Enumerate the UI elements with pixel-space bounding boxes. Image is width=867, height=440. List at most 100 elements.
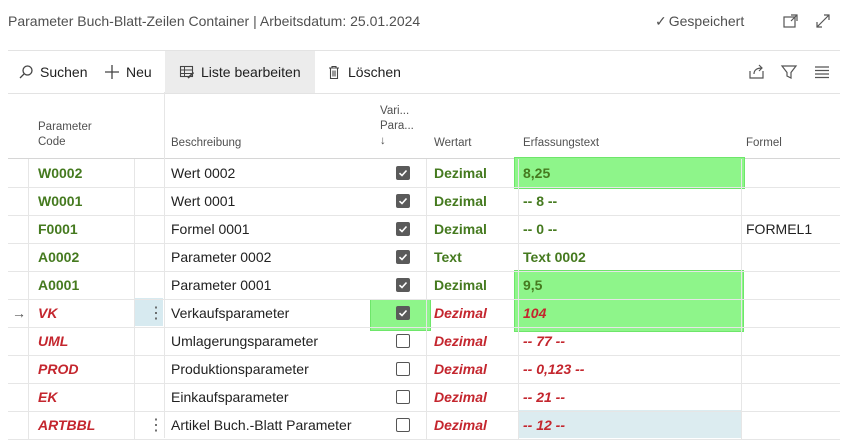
share-icon[interactable] bbox=[748, 63, 766, 81]
parameter-code[interactable]: A0001 bbox=[38, 271, 79, 299]
table-row[interactable]: W0001 Wert 0001 Dezimal -- 8 -- bbox=[8, 187, 840, 216]
parameter-code[interactable]: A0002 bbox=[38, 243, 79, 271]
parameter-code[interactable]: W0002 bbox=[38, 159, 82, 187]
description[interactable]: Umlagerungsparameter bbox=[171, 327, 318, 355]
description[interactable]: Parameter 0002 bbox=[171, 243, 271, 271]
table-row[interactable]: PROD Produktionsparameter Dezimal -- 0,123 … bbox=[8, 355, 840, 384]
entry-text[interactable]: -- 0 -- bbox=[523, 215, 557, 243]
description[interactable]: Formel 0001 bbox=[171, 215, 250, 243]
value-type[interactable]: Dezimal bbox=[434, 411, 487, 439]
column-divider bbox=[518, 187, 519, 215]
entry-text[interactable]: 9,5 bbox=[523, 271, 542, 299]
table-row[interactable]: → ⋮ VK Verkaufsparameter Dezimal 104 bbox=[8, 299, 840, 328]
value-type[interactable]: Dezimal bbox=[434, 299, 487, 327]
description[interactable]: Parameter 0001 bbox=[171, 271, 271, 299]
table-row[interactable]: UML Umlagerungsparameter Dezimal -- 77 -- bbox=[8, 327, 840, 356]
parameter-code[interactable]: UML bbox=[38, 327, 68, 355]
column-divider bbox=[518, 355, 519, 383]
column-header-description[interactable]: Beschreibung bbox=[171, 136, 241, 151]
variable-parameter-checkbox[interactable] bbox=[396, 383, 410, 411]
entry-text[interactable]: 104 bbox=[523, 299, 546, 327]
table-row[interactable]: A0001 Parameter 0001 Dezimal 9,5 bbox=[8, 271, 840, 300]
edit-list-button[interactable]: Liste bearbeiten bbox=[165, 51, 315, 93]
value-type[interactable]: Dezimal bbox=[434, 327, 487, 355]
value-type[interactable]: Dezimal bbox=[434, 271, 487, 299]
parameter-code[interactable]: VK bbox=[38, 299, 57, 327]
parameter-code[interactable]: W0001 bbox=[38, 187, 82, 215]
variable-parameter-checkbox[interactable] bbox=[396, 187, 410, 215]
value-type[interactable]: Dezimal bbox=[434, 159, 487, 187]
search-button[interactable]: Suchen bbox=[18, 51, 87, 93]
entry-text[interactable]: -- 0,123 -- bbox=[523, 355, 584, 383]
column-divider bbox=[28, 187, 29, 215]
parameter-code[interactable]: EK bbox=[38, 383, 57, 411]
delete-button[interactable]: Löschen bbox=[326, 51, 401, 93]
column-divider bbox=[741, 159, 742, 187]
column-header-value-type[interactable]: Wertart bbox=[434, 136, 472, 151]
table-row[interactable]: A0002 Parameter 0002 Text Text 0002 bbox=[8, 243, 840, 272]
entry-text[interactable]: -- 12 -- bbox=[523, 411, 565, 439]
column-divider bbox=[741, 299, 742, 327]
column-divider bbox=[741, 215, 742, 243]
entry-text[interactable]: -- 21 -- bbox=[523, 383, 565, 411]
saved-label: Gespeichert bbox=[668, 13, 745, 29]
open-in-new-window-icon[interactable] bbox=[782, 12, 800, 30]
table-row[interactable]: W0002 Wert 0002 Dezimal 8,25 bbox=[8, 159, 840, 188]
variable-parameter-checkbox[interactable] bbox=[396, 327, 410, 355]
column-divider bbox=[134, 327, 135, 355]
column-header-entry-text[interactable]: Erfassungstext bbox=[523, 136, 599, 151]
table-row[interactable]: F0001 Formel 0001 Dezimal -- 0 -- FORMEL1 bbox=[8, 215, 840, 244]
parameter-code[interactable]: F0001 bbox=[38, 215, 78, 243]
variable-parameter-checkbox[interactable] bbox=[396, 271, 410, 299]
description[interactable]: Wert 0002 bbox=[171, 159, 235, 187]
edit-list-icon bbox=[179, 65, 195, 79]
parameter-code[interactable]: ARTBBL bbox=[38, 411, 95, 439]
column-divider bbox=[426, 383, 427, 411]
variable-parameter-checkbox[interactable] bbox=[396, 243, 410, 271]
description[interactable]: Artikel Buch.-Blatt Parameter bbox=[171, 411, 352, 439]
row-menu-icon[interactable]: ⋮ bbox=[142, 411, 170, 439]
entry-text[interactable]: -- 8 -- bbox=[523, 187, 557, 215]
value-type[interactable]: Dezimal bbox=[434, 187, 487, 215]
plus-icon bbox=[105, 65, 119, 79]
action-bar: Suchen Neu Liste bearbeiten Löschen bbox=[8, 50, 840, 94]
column-divider bbox=[28, 215, 29, 243]
header-code-line2: Code bbox=[38, 136, 66, 148]
column-divider bbox=[741, 327, 742, 355]
table-row[interactable]: EK Einkaufsparameter Dezimal -- 21 -- bbox=[8, 383, 840, 412]
new-label: Neu bbox=[126, 64, 152, 80]
column-header-variable-parameter[interactable]: Vari... Para... ↓ bbox=[380, 104, 414, 149]
row-menu-icon[interactable]: ⋮ bbox=[142, 299, 170, 327]
description[interactable]: Einkaufsparameter bbox=[171, 383, 289, 411]
parameter-code[interactable]: PROD bbox=[38, 355, 78, 383]
variable-parameter-checkbox[interactable] bbox=[396, 215, 410, 243]
column-divider bbox=[28, 383, 29, 411]
description[interactable]: Wert 0001 bbox=[171, 187, 235, 215]
value-type[interactable]: Dezimal bbox=[434, 355, 487, 383]
value-type[interactable]: Dezimal bbox=[434, 383, 487, 411]
list-view-icon[interactable] bbox=[813, 63, 831, 81]
entry-text[interactable]: 8,25 bbox=[523, 159, 550, 187]
variable-parameter-checkbox[interactable] bbox=[396, 299, 410, 327]
value-type[interactable]: Text bbox=[434, 243, 462, 271]
column-divider bbox=[28, 243, 29, 271]
entry-text[interactable]: -- 77 -- bbox=[523, 327, 565, 355]
new-button[interactable]: Neu bbox=[104, 51, 152, 93]
value-type[interactable]: Dezimal bbox=[434, 215, 487, 243]
variable-parameter-checkbox[interactable] bbox=[396, 411, 410, 439]
variable-parameter-checkbox[interactable] bbox=[396, 355, 410, 383]
description[interactable]: Verkaufsparameter bbox=[171, 299, 289, 327]
variable-parameter-checkbox[interactable] bbox=[396, 159, 410, 187]
checkmark-icon bbox=[398, 225, 408, 233]
column-divider bbox=[426, 355, 427, 383]
entry-text[interactable]: Text 0002 bbox=[523, 243, 586, 271]
column-divider bbox=[518, 383, 519, 411]
description[interactable]: Produktionsparameter bbox=[171, 355, 309, 383]
formula[interactable]: FORMEL1 bbox=[746, 215, 812, 243]
search-icon bbox=[19, 65, 33, 79]
column-header-parameter-code[interactable]: Parameter Code bbox=[38, 120, 92, 150]
filter-icon[interactable] bbox=[780, 63, 798, 81]
table-row[interactable]: ⋮ ARTBBL Artikel Buch.-Blatt Parameter Dezi… bbox=[8, 411, 840, 440]
expand-icon[interactable] bbox=[814, 12, 832, 30]
column-header-formula[interactable]: Formel bbox=[746, 136, 782, 151]
